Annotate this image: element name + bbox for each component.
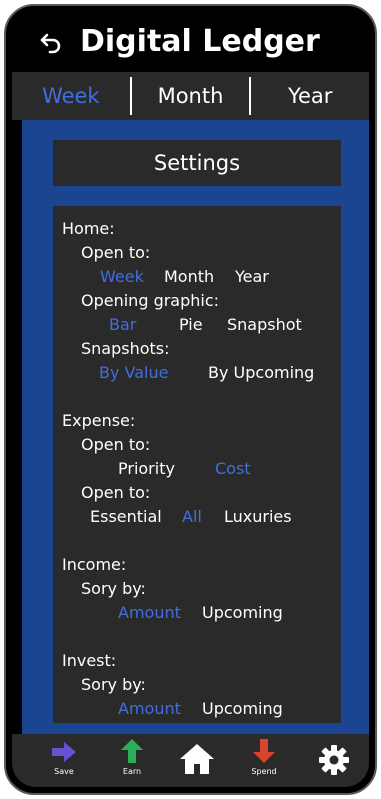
invest-upcoming-option[interactable]: Upcoming [202,699,283,718]
arrow-up-icon [121,739,143,763]
home-open-year-option[interactable]: Year [235,267,269,286]
app-screen: Digital Ledger Week Month Year Settings … [12,12,369,787]
spend-label: Spend [251,767,277,776]
arrow-down-icon [253,739,275,763]
content-panel: Settings Home: Open to: Week Month Year … [22,120,369,746]
invest-sort-label: Sory by: [81,675,146,694]
home-open-to-label: Open to: [81,243,151,262]
settings-button[interactable] [306,734,362,787]
expense-priority-option[interactable]: Priority [118,459,175,478]
income-sort-label: Sory by: [81,579,146,598]
phone-frame: Digital Ledger Week Month Year Settings … [4,4,377,795]
expense-luxuries-option[interactable]: Luxuries [224,507,292,526]
income-upcoming-option[interactable]: Upcoming [202,603,283,622]
snapshots-by-upcoming-option[interactable]: By Upcoming [208,363,314,382]
expense-open-to-label: Open to: [81,435,151,454]
invest-amount-option[interactable]: Amount [118,699,181,718]
tab-month[interactable]: Month [132,77,250,115]
expense-open-to-label-2: Open to: [81,483,151,502]
expense-cost-option[interactable]: Cost [215,459,251,478]
income-heading: Income: [62,555,127,574]
save-label: Save [54,767,74,776]
period-tabs: Week Month Year [12,72,369,120]
save-button[interactable]: Save [36,734,92,787]
home-snapshots-label: Snapshots: [81,339,170,358]
earn-label: Earn [122,767,142,776]
snapshots-by-value-option[interactable]: By Value [99,363,168,382]
graphic-snapshot-option[interactable]: Snapshot [227,315,302,334]
gear-icon [319,745,349,775]
earn-button[interactable]: Earn [104,734,160,787]
tab-week[interactable]: Week [12,77,130,115]
arrow-right-icon [52,742,76,762]
spend-button[interactable]: Spend [236,734,292,787]
expense-all-option[interactable]: All [182,507,202,526]
settings-title: Settings [53,140,341,186]
back-arrow-icon[interactable] [38,30,64,56]
home-open-month-option[interactable]: Month [164,267,214,286]
home-icon [180,744,214,774]
home-button[interactable] [169,734,225,787]
tab-year[interactable]: Year [251,77,369,115]
home-heading: Home: [62,219,115,238]
home-graphic-label: Opening graphic: [81,291,220,310]
app-header: Digital Ledger [12,12,369,72]
expense-essential-option[interactable]: Essential [90,507,162,526]
bottom-nav: Save Earn Spend [12,734,369,787]
settings-card: Home: Open to: Week Month Year Opening g… [53,206,341,723]
graphic-bar-option[interactable]: Bar [109,315,136,334]
expense-heading: Expense: [62,411,136,430]
page-title: Digital Ledger [80,24,320,59]
home-open-week-option[interactable]: Week [100,267,144,286]
graphic-pie-option[interactable]: Pie [179,315,203,334]
income-amount-option[interactable]: Amount [118,603,181,622]
invest-heading: Invest: [62,651,117,670]
